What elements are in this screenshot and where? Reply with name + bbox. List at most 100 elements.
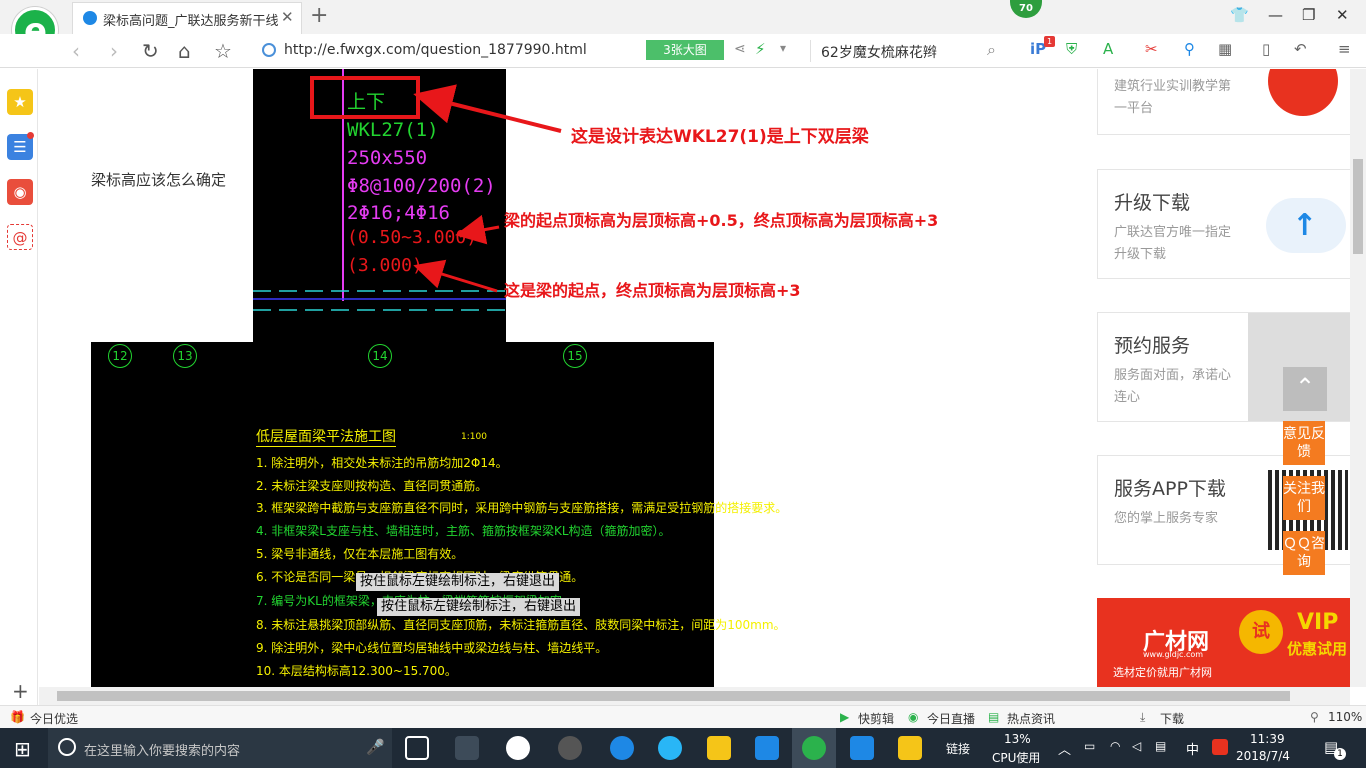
big-image-button[interactable]: 3张大图	[646, 40, 724, 60]
add-sidebar-button[interactable]: +	[12, 679, 29, 703]
today-picks-link[interactable]: 今日优选	[30, 710, 78, 727]
title-bar: 梁标高问题_广联达服务新干线 ✕ + 70 👕 — ❐ ✕	[0, 0, 1366, 34]
taskbar-search[interactable]: 在这里输入你要搜索的内容 🎤	[48, 728, 392, 768]
upgrade-download-card[interactable]: 升级下载 广联达官方唯一指定升级下载 ↑	[1097, 169, 1350, 279]
feedback-button[interactable]: 意见反馈	[1283, 421, 1325, 465]
card-title: 预约服务	[1114, 335, 1191, 357]
lightning-icon[interactable]: ⚡	[755, 40, 766, 58]
restore-button[interactable]: ❐	[1302, 6, 1315, 24]
fan-app-icon[interactable]	[455, 736, 479, 760]
axis-marker: 13	[173, 344, 197, 368]
url-text[interactable]: http://e.fwxgx.com/question_1877990.html	[284, 42, 587, 58]
weibo-icon[interactable]: ◉	[7, 179, 33, 205]
microphone-icon[interactable]: 🎤	[366, 738, 385, 756]
links-toolbar[interactable]: 链接	[946, 740, 970, 757]
search-icon[interactable]: ⌕	[987, 40, 996, 60]
qq-consult-button[interactable]: ＱＱ咨询	[1283, 531, 1325, 575]
chevron-down-icon[interactable]: ▾	[780, 41, 786, 55]
forward-button[interactable]: ›	[110, 39, 118, 63]
home-button[interactable]: ⌂	[178, 39, 191, 63]
address-bar: ‹ › ↻ ⌂ ☆ http://e.fwxgx.com/question_18…	[0, 34, 1366, 68]
search-query[interactable]: 62岁魔女梳麻花辫	[821, 42, 937, 62]
browser-taskbar-icon[interactable]	[506, 736, 530, 760]
taskbar-search-placeholder[interactable]: 在这里输入你要搜索的内容	[84, 740, 240, 759]
wifi-icon[interactable]: ◠	[1110, 739, 1120, 753]
drawing-scale: 1:100	[461, 432, 487, 442]
tablet-icon[interactable]: ▯	[1262, 40, 1270, 58]
tab-close-icon[interactable]: ✕	[281, 8, 294, 26]
translate-icon[interactable]: A	[1103, 40, 1113, 58]
plus-app-icon[interactable]	[850, 736, 874, 760]
ime-indicator[interactable]: 中	[1186, 739, 1199, 758]
ad-vip: VIP	[1297, 610, 1339, 635]
share-icon[interactable]: ⋖	[734, 41, 746, 57]
card-desc: 服务面对面，承诺心连心	[1114, 368, 1232, 405]
drawing-note: 1. 除注明外，相交处未标注的吊筋均加2Φ14。	[256, 456, 508, 470]
reload-button[interactable]: ↻	[142, 39, 159, 63]
back-to-top-button[interactable]: ⌃	[1283, 367, 1327, 411]
back-button[interactable]: ‹	[72, 39, 80, 63]
task-view-icon[interactable]	[405, 736, 429, 760]
keyboard-icon[interactable]: ▤	[1155, 739, 1166, 753]
browser-tab[interactable]: 梁标高问题_广联达服务新干线 ✕	[72, 2, 302, 34]
left-sidebar: ★ ☰ ◉ @ +	[0, 69, 38, 706]
cloud-app-icon[interactable]	[558, 736, 582, 760]
close-window-button[interactable]: ✕	[1336, 6, 1349, 24]
quick-edit-link[interactable]: 快剪辑	[858, 710, 894, 727]
quick-edit-icon: ▶	[840, 710, 850, 724]
shirt-icon[interactable]: 👕	[1230, 6, 1249, 24]
scroll-thumb[interactable]	[1353, 159, 1363, 254]
search-field[interactable]: 62岁魔女梳麻花辫 ⌕	[810, 40, 1006, 62]
clock-date[interactable]: 2018/7/4	[1236, 749, 1290, 763]
file-explorer-icon[interactable]	[707, 736, 731, 760]
scissors-icon[interactable]: ✂	[1145, 40, 1158, 58]
vertical-scrollbar[interactable]	[1350, 69, 1366, 687]
ie-icon[interactable]	[658, 736, 682, 760]
card-desc: 广联达官方唯一指定升级下载	[1114, 225, 1232, 262]
windows-start-icon[interactable]: ⊞	[14, 737, 31, 761]
drawing-note: 4. 非框架梁L支座与柱、墙相连时，主筋、箍筋按框架梁KL构造（箍筋加密）。	[256, 524, 671, 538]
undo-icon[interactable]: ↶	[1294, 40, 1307, 58]
extension-badge: 1	[1044, 36, 1055, 47]
main-content: 梁标高应该怎么确定 上下 WKL27(1) 250x550 Φ8@100/200…	[39, 69, 1052, 687]
new-tab-button[interactable]: +	[310, 3, 328, 28]
notes-app-icon[interactable]	[898, 736, 922, 760]
sogou-ime-icon[interactable]	[1212, 739, 1228, 755]
news-link[interactable]: 热点资讯	[1007, 710, 1055, 727]
favorites-star-icon[interactable]: ★	[7, 89, 33, 115]
notification-badge[interactable]: 70	[1010, 0, 1042, 18]
apps-grid-icon[interactable]: ▦	[1218, 40, 1232, 58]
arrow-2	[455, 214, 500, 245]
download-link[interactable]: 下载	[1160, 710, 1184, 727]
battery-icon[interactable]: ▭	[1084, 739, 1095, 753]
live-link[interactable]: 今日直播	[927, 710, 975, 727]
tray-expand-icon[interactable]: ︿	[1058, 739, 1071, 758]
gldjc-ad-banner[interactable]: 广材网 www.gldjc.com 选材定价就用广材网 试 VIP 优惠试用	[1097, 598, 1350, 687]
cad-tooltip: 按住鼠标左键绘制标注，右键退出	[377, 598, 581, 616]
scroll-thumb[interactable]	[57, 691, 1290, 701]
axis-marker: 14	[368, 344, 392, 368]
horizontal-scrollbar[interactable]	[39, 687, 1350, 705]
annotation-1: 这是设计表达WKL27(1)是上下双层梁	[571, 127, 869, 147]
volume-icon[interactable]: ◁	[1132, 739, 1141, 753]
glodon-g-icon[interactable]	[755, 736, 779, 760]
favorite-star-icon[interactable]: ☆	[214, 39, 232, 63]
minimize-button[interactable]: —	[1268, 6, 1283, 24]
menu-icon[interactable]: ≡	[1338, 40, 1351, 58]
cortana-icon	[58, 738, 76, 756]
360-browser-icon[interactable]	[802, 736, 826, 760]
cad-drawing-notes-image: 12 13 14 15 低层屋面梁平法施工图 1:100 1. 除注明外，相交处…	[91, 342, 787, 687]
arrow-3	[413, 259, 498, 293]
cad-tooltip: 按住鼠标左键绘制标注，右键退出	[356, 573, 560, 591]
news-icon: ▤	[988, 710, 1000, 724]
clock-time[interactable]: 11:39	[1250, 732, 1285, 746]
url-field[interactable]: http://e.fwxgx.com/question_1877990.html…	[258, 40, 878, 62]
magnifier-icon[interactable]: ⚲	[1184, 40, 1195, 58]
shield-icon[interactable]: ⛨	[1066, 40, 1077, 58]
cpu-percent: 13%	[1004, 732, 1031, 746]
training-card[interactable]: 建筑行业实训教学第一平台	[1097, 69, 1350, 135]
follow-us-button[interactable]: 关注我们	[1283, 476, 1325, 520]
zoom-level[interactable]: 110%	[1328, 710, 1362, 724]
edge-icon[interactable]	[610, 736, 634, 760]
email-icon[interactable]: @	[7, 224, 33, 250]
